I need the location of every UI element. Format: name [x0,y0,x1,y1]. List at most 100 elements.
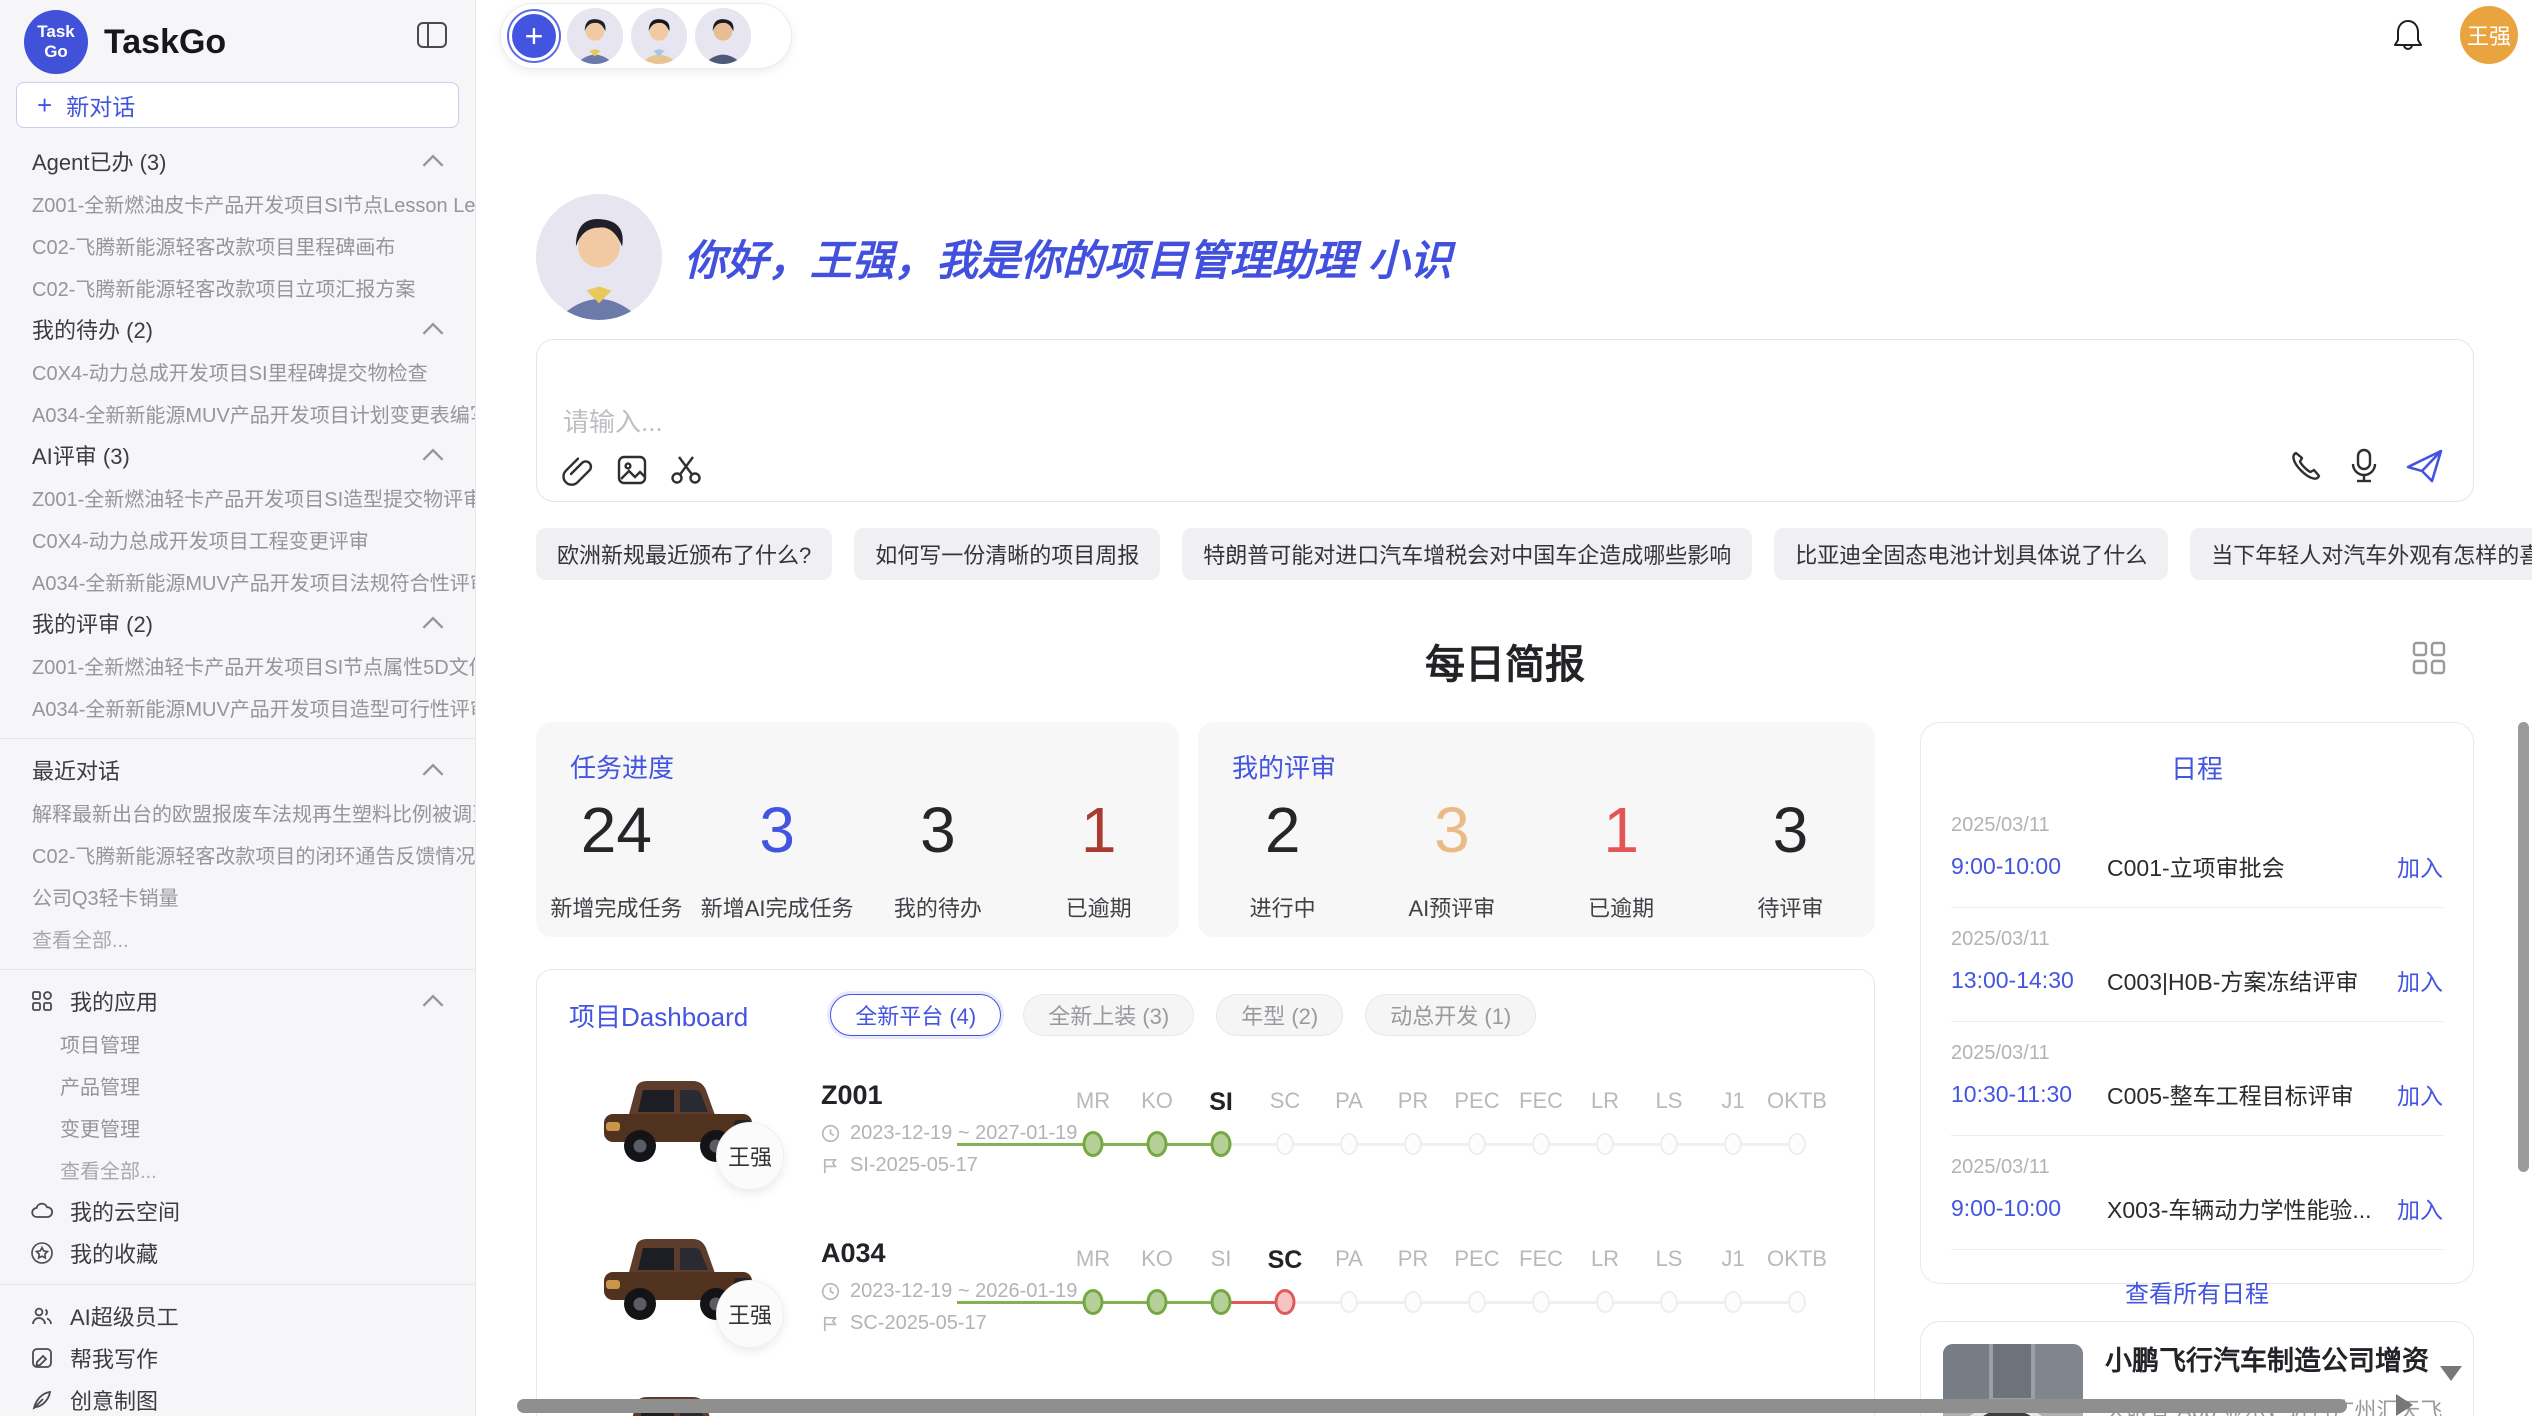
suggestion-chip[interactable]: 当下年轻人对汽车外观有怎样的喜好趋势 [2190,528,2532,580]
sidebar-item[interactable]: C02-飞腾新能源轻客改款项目的闭环通告反馈情况 [0,833,475,875]
sidebar-item[interactable]: 查看全部... [0,917,475,959]
agent-avatar-1[interactable] [567,8,623,64]
milestone-label: PA [1335,1246,1363,1272]
people-icon [30,1304,54,1328]
sidebar-item[interactable]: C02-飞腾新能源轻客改款项目立项汇报方案 [0,266,475,308]
phone-icon[interactable] [2289,449,2323,483]
chevron-up-icon[interactable] [421,149,445,173]
sidebar-section-header[interactable]: AI评审 (3) [0,434,475,476]
scissors-icon[interactable] [669,453,703,487]
agent-avatar-2[interactable] [631,8,687,64]
milestone-label: MR [1076,1088,1110,1114]
suggestion-chip[interactable]: 特朗普可能对进口汽车增税会对中国车企造成哪些影响 [1182,528,1752,580]
sidebar-section-header[interactable]: 最近对话 [0,749,475,791]
chevron-up-icon[interactable] [421,443,445,467]
sidebar-item[interactable]: C02-飞腾新能源轻客改款项目里程碑画布 [0,224,475,266]
stat-label: AI预评审 [1367,891,1536,923]
sidebar-item-my-apps[interactable]: 我的应用 [0,980,475,1022]
sidebar-section-header[interactable]: Agent已办 (3) [0,140,475,182]
join-meeting-link[interactable]: 加入 [2397,849,2443,883]
schedule-date: 2025/03/11 [1951,1042,2443,1065]
sidebar-section-header[interactable]: 我的评审 (2) [0,602,475,644]
milestone-dot [1660,1291,1678,1313]
sidebar-item[interactable]: Z001-全新燃油轻卡产品开发项目SI造型提交物评审 [0,476,475,518]
assistant-avatar [536,194,662,320]
schedule-time: 10:30-11:30 [1951,1081,2107,1108]
sidebar-item[interactable]: 解释最新出台的欧盟报废车法规再生塑料比例被调至15%... [0,791,475,833]
sidebar-item[interactable]: A034-全新新能源MUV产品开发项目造型可行性评审 [0,686,475,728]
dashboard-tab[interactable]: 动总开发 (1) [1365,994,1536,1036]
suggestion-chip[interactable]: 比亚迪全固态电池计划具体说了什么 [1774,528,2168,580]
chevron-up-icon[interactable] [421,758,445,782]
sidebar-item[interactable]: 产品管理 [0,1064,475,1106]
microphone-icon[interactable] [2349,448,2379,484]
schedule-date: 2025/03/11 [1951,814,2443,837]
project-row[interactable]: 王强Z0012023-12-19 ~ 2027-01-19SI-2025-05-… [537,1058,1874,1216]
sidebar-item[interactable]: A034-全新新能源MUV产品开发项目计划变更表编写 [0,392,475,434]
flag-icon [821,1156,840,1175]
flag-icon [821,1314,840,1333]
section-title: Agent已办 (3) [32,145,167,177]
sidebar-item[interactable]: 公司Q3轻卡销量 [0,875,475,917]
sidebar-item[interactable]: C0X4-动力总成开发项目SI里程碑提交物检查 [0,350,475,392]
dashboard-tab[interactable]: 全新平台 (4) [830,994,1001,1036]
sidebar-item[interactable]: 项目管理 [0,1022,475,1064]
layout-grid-icon[interactable] [2411,640,2447,676]
sidebar-item-pen[interactable]: 创意制图 [0,1379,475,1416]
project-row[interactable]: 王强A0342023-12-19 ~ 2026-01-19SC-2025-05-… [537,1216,1874,1374]
join-meeting-link[interactable]: 加入 [2397,1077,2443,1111]
sidebar-item-write[interactable]: 帮我写作 [0,1337,475,1379]
bell-icon[interactable] [2392,18,2424,52]
milestone-label: MR [1076,1246,1110,1272]
agent-avatar-3[interactable] [695,8,751,64]
sidebar-item-star[interactable]: 我的收藏 [0,1232,475,1274]
scroll-down-arrow[interactable] [2440,1366,2462,1381]
app-logo-line1: Task [37,22,75,42]
milestone-dot [1340,1291,1358,1313]
dashboard-title: 项目Dashboard [569,997,748,1034]
dashboard-tabs: 全新平台 (4) 全新上装 (3) 年型 (2) 动总开发 (1) [830,994,1536,1036]
chat-input[interactable]: 请输入... [536,339,2474,502]
chevron-up-icon[interactable] [421,611,445,635]
scroll-right-arrow[interactable] [2396,1394,2413,1416]
sidebar-item-cloud[interactable]: 我的云空间 [0,1190,475,1232]
cloud-icon [30,1199,54,1223]
chevron-up-icon[interactable] [421,989,445,1013]
milestone-label: LR [1591,1088,1619,1114]
new-chat-button[interactable]: + 新对话 [16,82,459,128]
clock-icon [821,1124,840,1143]
stat: 24新增完成任务 [536,795,697,923]
dashboard-tab[interactable]: 全新上装 (3) [1023,994,1194,1036]
task-progress-stats: 24新增完成任务3新增AI完成任务3我的待办1已逾期 [536,795,1179,923]
join-meeting-link[interactable]: 加入 [2397,1191,2443,1225]
horizontal-scrollbar[interactable] [517,1399,2347,1413]
chevron-up-icon[interactable] [421,317,445,341]
paperclip-icon[interactable] [561,453,595,487]
image-icon[interactable] [615,453,649,487]
schedule-time: 13:00-14:30 [1951,967,2107,994]
sidebar-item-people[interactable]: AI超级员工 [0,1295,475,1337]
sidebar-collapse-icon[interactable] [417,22,447,48]
stat-label: 已逾期 [1537,891,1706,923]
sidebar-item[interactable]: C0X4-动力总成开发项目工程变更评审 [0,518,475,560]
send-icon[interactable] [2405,447,2445,485]
sidebar-item[interactable]: 查看全部... [0,1148,475,1190]
join-meeting-link[interactable]: 加入 [2397,963,2443,997]
milestone-label: PEC [1454,1246,1499,1272]
add-agent-button[interactable]: + [509,11,559,61]
sidebar-item[interactable]: A034-全新新能源MUV产品开发项目法规符合性评审 [0,560,475,602]
suggestion-chip[interactable]: 欧洲新规最近颁布了什么? [536,528,832,580]
milestone-label: SC [1270,1088,1301,1114]
sidebar-section-header[interactable]: 我的待办 (2) [0,308,475,350]
vertical-scrollbar[interactable] [2518,722,2529,1172]
milestone-label: PEC [1454,1088,1499,1114]
stat: 1已逾期 [1537,795,1706,923]
project-code: Z001 [821,1080,883,1111]
dashboard-tab[interactable]: 年型 (2) [1216,994,1343,1036]
user-avatar[interactable]: 王强 [2460,6,2518,64]
sidebar-item[interactable]: Z001-全新燃油皮卡产品开发项目SI节点Lesson Learn报告 [0,182,475,224]
suggestion-chip[interactable]: 如何写一份清晰的项目周报 [854,528,1160,580]
view-all-schedule-link[interactable]: 查看所有日程 [1951,1274,2443,1309]
sidebar-item[interactable]: 变更管理 [0,1106,475,1148]
sidebar-item[interactable]: Z001-全新燃油轻卡产品开发项目SI节点属性5D文件评审 [0,644,475,686]
